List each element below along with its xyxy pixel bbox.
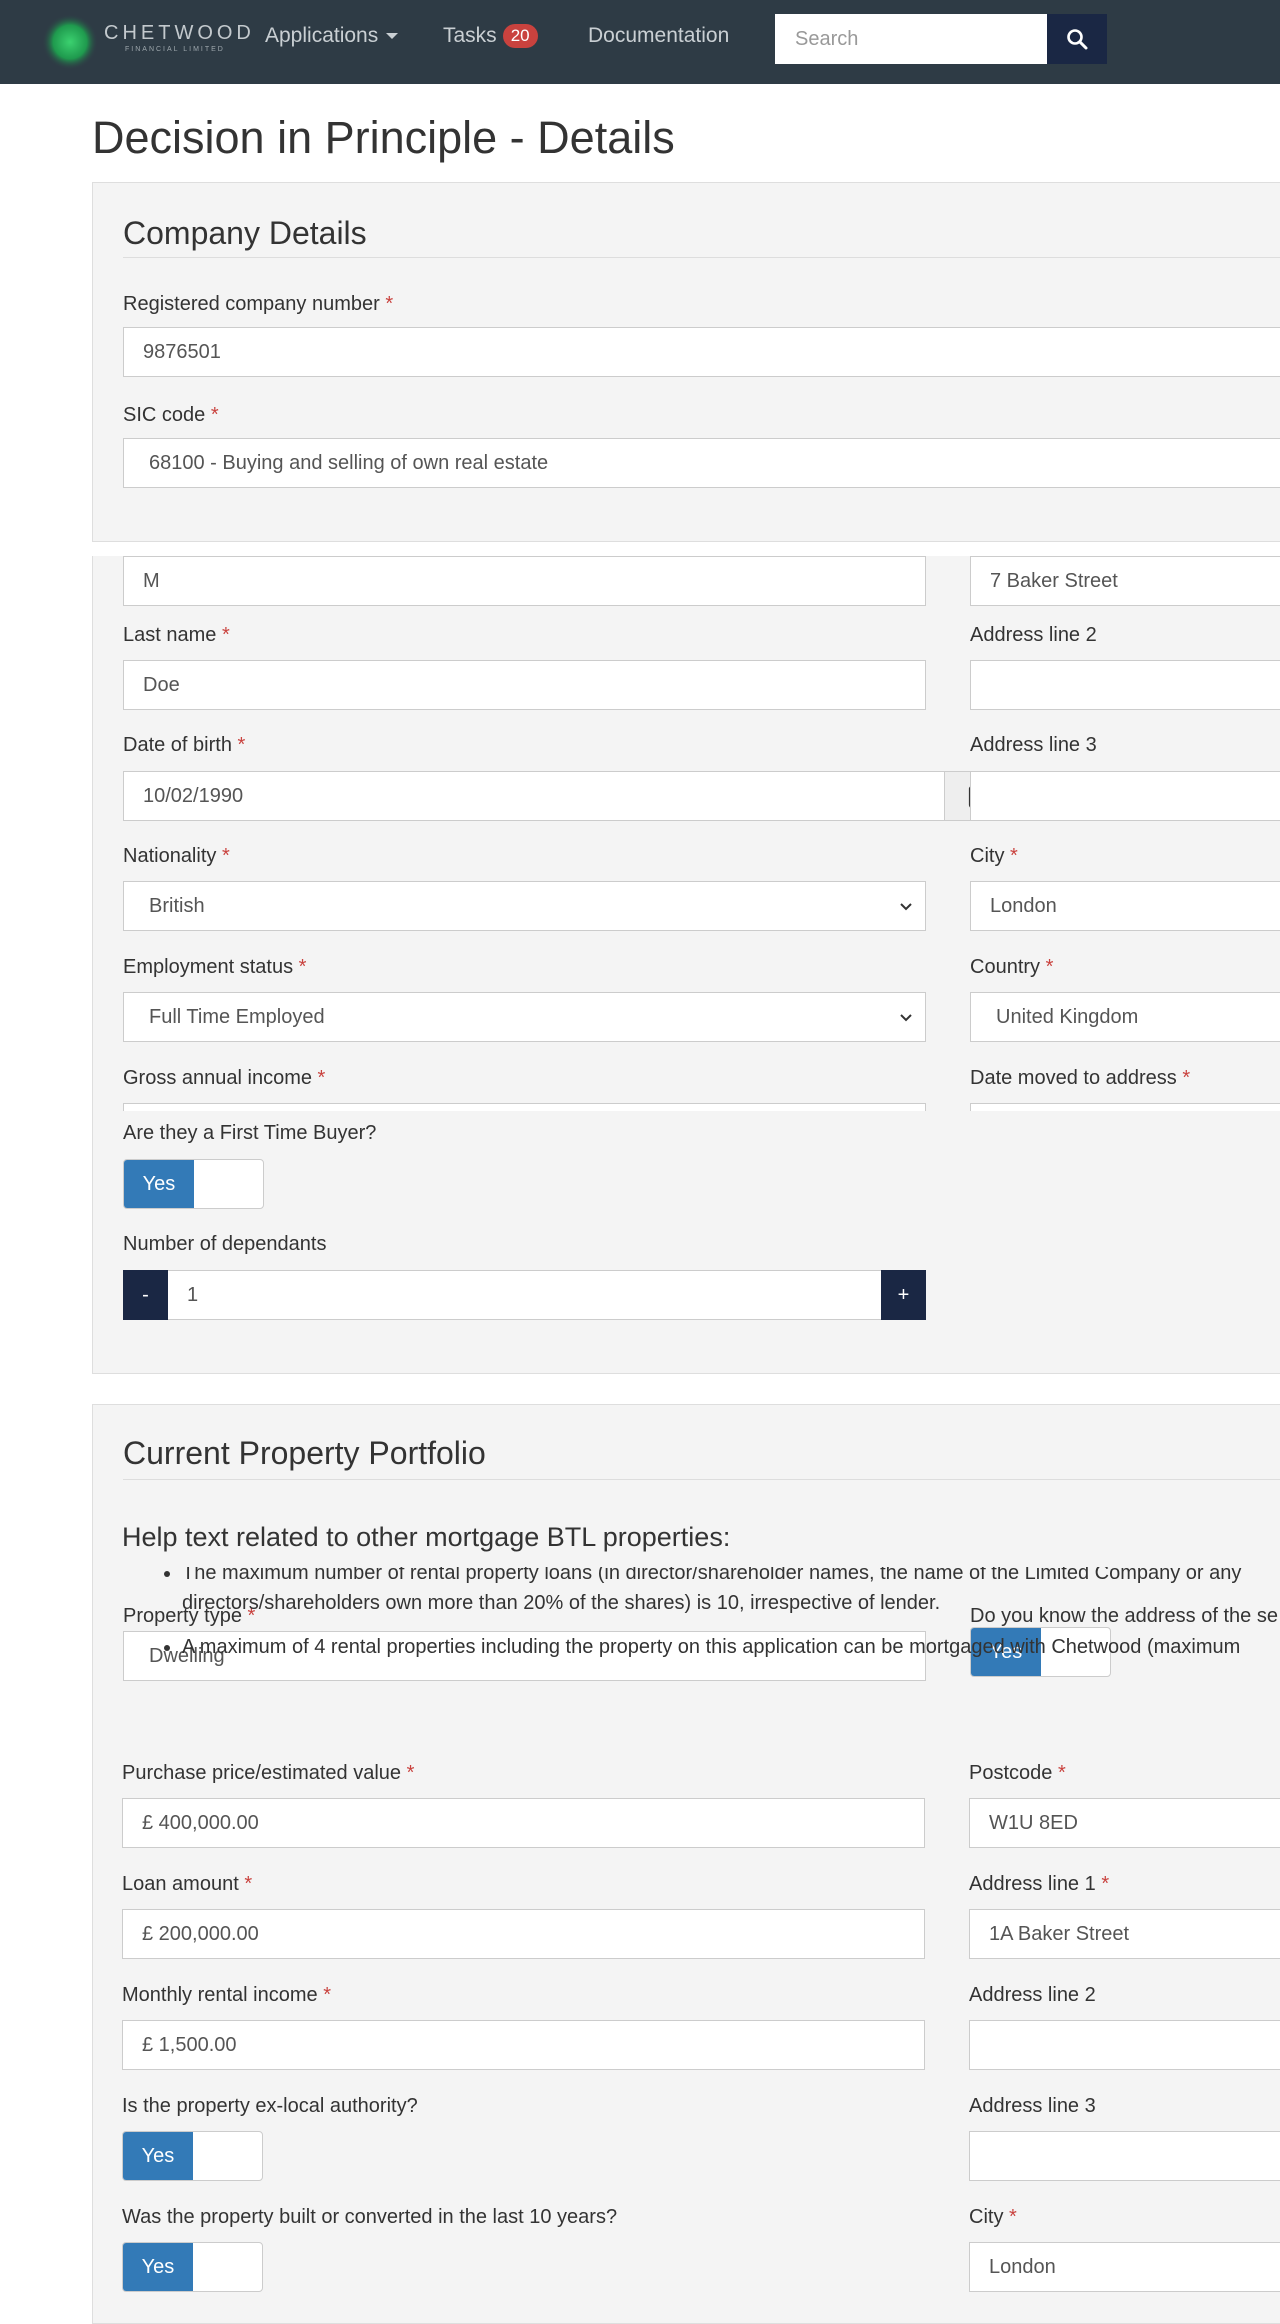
applicant-details-panel: M 7 Baker Street Last name * Doe Address… [92, 556, 1280, 1374]
built-converted-toggle[interactable]: Yes [122, 2242, 263, 2292]
dob-label: Date of birth * [123, 734, 246, 756]
search-input[interactable] [775, 14, 1047, 64]
dob-input[interactable]: 10/02/1990 [123, 771, 945, 821]
help-text-item: A maximum of 4 rental properties includi… [182, 1632, 1280, 1662]
search-icon [1067, 29, 1088, 50]
dependants-input[interactable]: 1 [168, 1270, 881, 1320]
rental-income-input[interactable]: £ 1,500.00 [122, 2020, 925, 2070]
date-moved-input[interactable] [970, 1103, 1280, 1111]
help-text-item: The maximum number of rental property lo… [182, 1567, 1280, 1618]
sic-code-select[interactable]: 68100 - Buying and selling of own real e… [123, 438, 1280, 488]
loan-amount-input[interactable]: £ 200,000.00 [122, 1909, 925, 1959]
dependants-label: Number of dependants [123, 1233, 327, 1255]
nav-applications-dropdown[interactable]: Applications [265, 24, 399, 48]
nav-documentation[interactable]: Documentation [588, 24, 729, 48]
loan-amount-label: Loan amount * [122, 1873, 253, 1895]
toggle-yes-label: Yes [123, 2243, 193, 2291]
brand-tagline: FINANCIAL LIMITED [125, 46, 225, 53]
gross-income-input[interactable] [123, 1103, 926, 1111]
page-title: Decision in Principle - Details [92, 112, 675, 163]
middle-name-input[interactable]: M [123, 556, 926, 606]
property-address-line1-input[interactable]: 1A Baker Street [969, 1909, 1280, 1959]
ex-local-authority-toggle[interactable]: Yes [122, 2131, 263, 2181]
city-input[interactable]: London [970, 881, 1280, 931]
portfolio-heading: Current Property Portfolio [123, 1435, 486, 1471]
rental-income-label: Monthly rental income * [122, 1984, 332, 2006]
company-details-heading: Company Details [123, 215, 367, 251]
postcode-label: Postcode * [969, 1762, 1066, 1784]
scroll-clip [93, 1747, 1280, 1749]
country-select[interactable]: United Kingdom [970, 992, 1280, 1042]
address-line2-label: Address line 2 [970, 624, 1097, 646]
property-address-line3-label: Address line 3 [969, 2095, 1096, 2117]
scroll-clip [93, 1111, 1280, 1115]
top-navbar: CHETWOOD FINANCIAL LIMITED Applications … [0, 0, 1280, 84]
nav-tasks[interactable]: Tasks 20 [443, 24, 538, 48]
tasks-count-badge: 20 [502, 24, 538, 48]
nationality-label: Nationality * [123, 845, 230, 867]
address-line1-input[interactable]: 7 Baker Street [970, 556, 1280, 606]
help-text-scroll-area: The maximum number of rental property lo… [92, 1567, 1280, 1667]
search-button[interactable] [1047, 14, 1107, 64]
property-address-line2-label: Address line 2 [969, 1984, 1096, 2006]
company-details-panel: Company Details Registered company numbe… [92, 182, 1280, 542]
last-name-input[interactable]: Doe [123, 660, 926, 710]
property-address-line1-label: Address line 1 * [969, 1873, 1110, 1895]
address-line2-input[interactable] [970, 660, 1280, 710]
toggle-yes-label: Yes [123, 2132, 193, 2180]
postcode-input[interactable]: W1U 8ED [969, 1798, 1280, 1848]
dependants-decrement-button[interactable]: - [123, 1270, 168, 1320]
property-address-line3-input[interactable] [969, 2131, 1280, 2181]
sic-code-label: SIC code * [123, 404, 219, 426]
toggle-yes-label: Yes [124, 1160, 194, 1208]
employment-status-label: Employment status * [123, 956, 307, 978]
country-label: Country * [970, 956, 1054, 978]
last-name-label: Last name * [123, 624, 230, 646]
property-address-line2-input[interactable] [969, 2020, 1280, 2070]
reg-number-label: Registered company number * [123, 293, 394, 315]
divider [123, 1479, 1280, 1480]
built-converted-label: Was the property built or converted in t… [122, 2206, 618, 2228]
chevron-down-icon [386, 33, 399, 40]
gross-income-label: Gross annual income * [123, 1067, 326, 1089]
property-city-label: City * [969, 2206, 1017, 2228]
nationality-select[interactable]: British [123, 881, 926, 931]
dependants-increment-button[interactable]: + [881, 1270, 926, 1320]
nav-tasks-label: Tasks [443, 24, 497, 47]
chevron-down-icon [900, 903, 912, 911]
employment-status-select[interactable]: Full Time Employed [123, 992, 926, 1042]
address-line3-input[interactable] [970, 771, 1280, 821]
chetwood-logo[interactable] [40, 12, 100, 72]
first-time-buyer-label: Are they a First Time Buyer? [123, 1122, 377, 1144]
reg-number-input[interactable]: 9876501 [123, 327, 1280, 377]
address-line3-label: Address line 3 [970, 734, 1097, 756]
divider [123, 257, 1280, 258]
purchase-price-label: Purchase price/estimated value * [122, 1762, 415, 1784]
brand-name: CHETWOOD [104, 22, 255, 44]
date-moved-label: Date moved to address * [970, 1067, 1191, 1089]
chevron-down-icon [900, 1014, 912, 1022]
first-time-buyer-toggle[interactable]: Yes [123, 1159, 264, 1209]
help-text-heading: Help text related to other mortgage BTL … [122, 1522, 731, 1552]
ex-local-authority-label: Is the property ex-local authority? [122, 2095, 418, 2117]
property-city-input[interactable]: London [969, 2242, 1280, 2292]
help-text-list: The maximum number of rental property lo… [122, 1567, 1280, 1667]
purchase-price-input[interactable]: £ 400,000.00 [122, 1798, 925, 1848]
nav-applications-label: Applications [265, 24, 379, 47]
city-label: City * [970, 845, 1018, 867]
